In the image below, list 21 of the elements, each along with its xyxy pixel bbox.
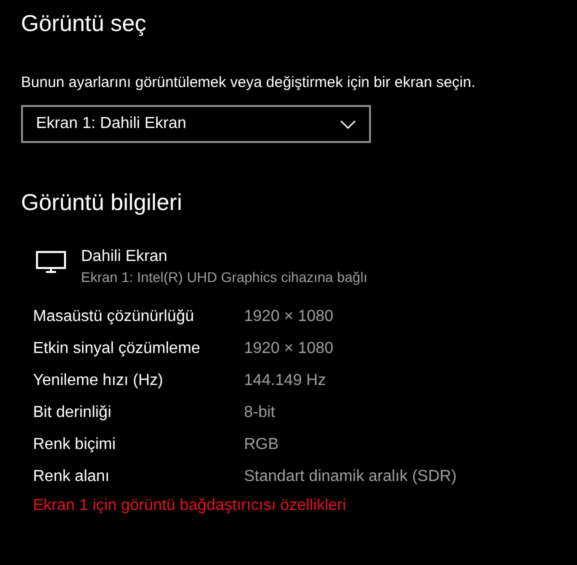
- property-value: 144.149 Hz: [244, 371, 326, 391]
- display-subtitle: Ekran 1: Intel(R) UHD Graphics cihazına bağlı: [81, 268, 368, 287]
- property-value: 1920 × 1080: [244, 307, 334, 327]
- property-value: RGB: [244, 435, 279, 455]
- property-value: 1920 × 1080: [244, 339, 334, 359]
- display-name: Dahili Ekran: [81, 247, 168, 267]
- property-label: Bit derinliği: [33, 403, 112, 423]
- property-label: Renk alanı: [33, 467, 110, 487]
- property-value: Standart dinamik aralık (SDR): [244, 467, 457, 487]
- property-label: Yenileme hızı (Hz): [33, 371, 164, 391]
- display-dropdown[interactable]: Ekran 1: Dahili Ekran: [21, 105, 371, 143]
- property-value: 8-bit: [244, 403, 276, 423]
- description: Bunun ayarlarını görüntülemek veya değiştirmek için bir ekran seçin.: [21, 73, 476, 93]
- adapter-properties-link[interactable]: Ekran 1 için görüntü bağdaştırıcısı özellikleri: [33, 494, 577, 518]
- monitor-icon: [36, 251, 66, 273]
- property-label: Renk biçimi: [33, 435, 117, 455]
- page-title: Görüntü seç: [21, 9, 148, 38]
- property-label: Masaüstü çözünürlüğü: [33, 307, 195, 327]
- chevron-down-icon: [340, 120, 356, 128]
- property-label: Etkin sinyal çözümleme: [33, 339, 202, 359]
- section-heading: Görüntü bilgileri: [21, 188, 184, 217]
